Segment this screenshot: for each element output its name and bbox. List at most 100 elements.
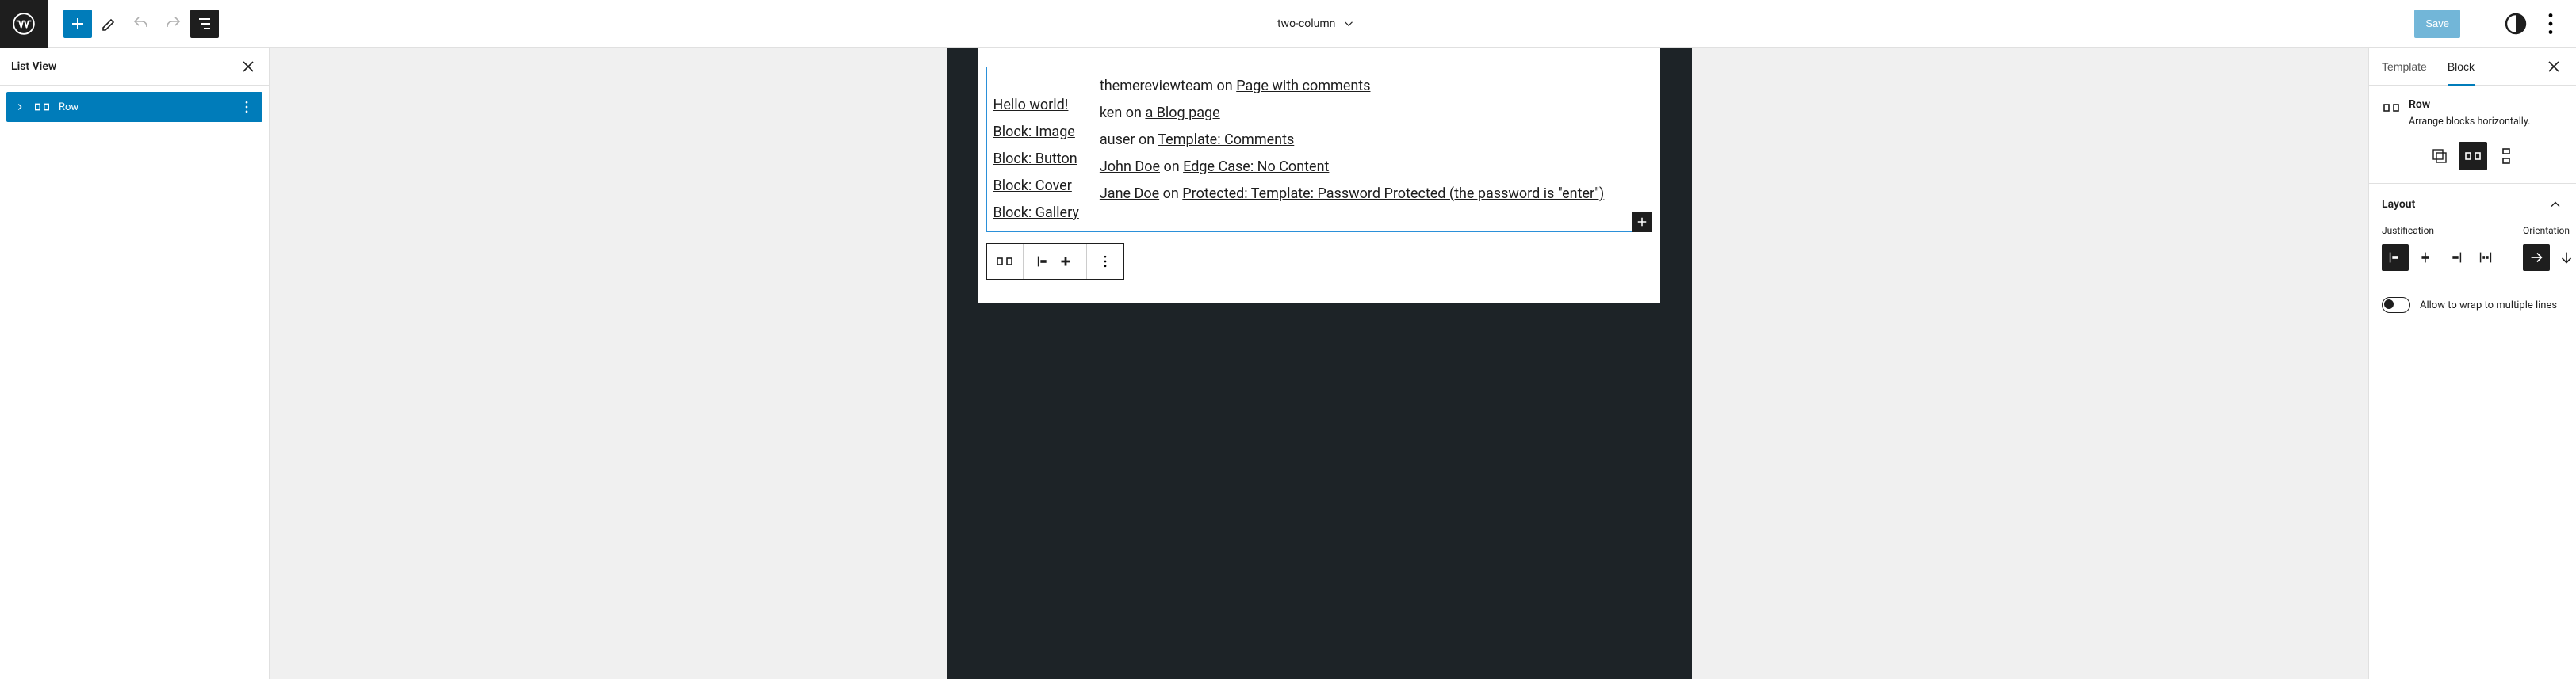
main-area: List View Row Hello world! bbox=[0, 48, 2576, 679]
editor-canvas-wrapper: Hello world! Block: Image Block: Button … bbox=[270, 48, 2368, 679]
top-toolbar: two-column Save bbox=[0, 0, 2576, 48]
comment-post-link[interactable]: a Blog page bbox=[1145, 105, 1219, 121]
comment-author[interactable]: Jane Doe bbox=[1100, 185, 1159, 202]
template-title-dropdown[interactable]: two-column bbox=[219, 17, 2414, 31]
orientation-horizontal-button[interactable] bbox=[2523, 244, 2550, 271]
list-item[interactable]: Block: Button bbox=[993, 148, 1079, 170]
justify-left-icon bbox=[1035, 253, 1052, 270]
stack-variation-button[interactable] bbox=[2492, 142, 2520, 170]
row-block-icon bbox=[995, 252, 1014, 271]
tab-template[interactable]: Template bbox=[2382, 48, 2427, 86]
comment-item: auser on Template: Comments bbox=[1100, 129, 1604, 151]
list-item[interactable]: Block: Cover bbox=[993, 175, 1079, 197]
justify-center-icon bbox=[2417, 249, 2434, 266]
wordpress-icon bbox=[13, 13, 35, 35]
justification-control[interactable] bbox=[1024, 244, 1087, 279]
block-type-button[interactable] bbox=[987, 244, 1024, 279]
stack-icon bbox=[2497, 147, 2516, 166]
justify-left-icon bbox=[2387, 249, 2404, 266]
list-view-item-row[interactable]: Row bbox=[6, 92, 262, 122]
orientation-label: Orientation bbox=[2523, 225, 2576, 236]
row-block-icon bbox=[2382, 98, 2401, 117]
more-vertical-icon[interactable] bbox=[239, 99, 255, 115]
justify-center-button[interactable] bbox=[2412, 244, 2439, 271]
list-view-icon bbox=[195, 14, 214, 33]
toolbar-right-group: Save bbox=[2414, 10, 2576, 38]
save-button[interactable]: Save bbox=[2414, 10, 2460, 38]
toolbar-left-group bbox=[48, 10, 219, 38]
wrap-toggle-row: Allow to wrap to multiple lines bbox=[2369, 284, 2576, 326]
comment-item: ken on a Blog page bbox=[1100, 102, 1604, 124]
comment-author: ken bbox=[1100, 105, 1122, 121]
close-icon bbox=[239, 57, 258, 76]
wordpress-logo-button[interactable] bbox=[0, 0, 48, 48]
tools-button[interactable] bbox=[95, 10, 124, 38]
orientation-vertical-button[interactable] bbox=[2553, 244, 2576, 271]
block-more-options[interactable] bbox=[1087, 244, 1123, 279]
sidebar-tabs: Template Block bbox=[2369, 48, 2576, 86]
comment-author[interactable]: John Doe bbox=[1100, 158, 1160, 175]
list-view-toggle-button[interactable] bbox=[190, 10, 219, 38]
options-button[interactable] bbox=[2536, 10, 2565, 38]
justification-control-group: Justification bbox=[2382, 225, 2499, 271]
styles-button[interactable] bbox=[2501, 10, 2530, 38]
redo-button[interactable] bbox=[159, 10, 187, 38]
gear-icon bbox=[2467, 10, 2495, 38]
group-variation-button[interactable] bbox=[2425, 142, 2454, 170]
comment-post-link[interactable]: Protected: Template: Password Protected … bbox=[1182, 185, 1604, 202]
chevron-right-icon bbox=[14, 101, 25, 113]
settings-button[interactable] bbox=[2467, 10, 2495, 38]
add-block-button[interactable] bbox=[1632, 212, 1652, 232]
comment-author: auser bbox=[1100, 132, 1135, 148]
comment-on-text: on bbox=[1160, 158, 1183, 175]
sidebar-close-button[interactable] bbox=[2544, 57, 2563, 76]
plus-icon bbox=[1057, 253, 1074, 270]
justification-label: Justification bbox=[2382, 225, 2499, 236]
comment-item: Jane Doe on Protected: Template: Passwor… bbox=[1100, 183, 1604, 205]
list-item[interactable]: Block: Image bbox=[993, 121, 1079, 143]
wrap-toggle[interactable] bbox=[2382, 297, 2410, 313]
list-view-header: List View bbox=[0, 48, 269, 86]
arrow-right-icon bbox=[2528, 249, 2545, 266]
close-icon bbox=[2544, 57, 2563, 76]
justify-space-between-icon bbox=[2477, 249, 2494, 266]
comment-on-text: on bbox=[1122, 105, 1145, 121]
list-item[interactable]: Hello world! bbox=[993, 94, 1079, 116]
layout-panel-title: Layout bbox=[2382, 198, 2415, 211]
redo-icon bbox=[163, 14, 182, 33]
justify-right-button[interactable] bbox=[2442, 244, 2469, 271]
tab-block[interactable]: Block bbox=[2448, 48, 2475, 86]
justify-left-button[interactable] bbox=[2382, 244, 2409, 271]
editor-canvas[interactable]: Hello world! Block: Image Block: Button … bbox=[978, 48, 1660, 303]
comment-on-text: on bbox=[1213, 78, 1236, 94]
template-title: two-column bbox=[1277, 17, 1335, 30]
justify-space-between-button[interactable] bbox=[2472, 244, 2499, 271]
comment-on-text: on bbox=[1135, 132, 1158, 148]
plus-icon bbox=[1635, 215, 1649, 229]
wrap-toggle-label: Allow to wrap to multiple lines bbox=[2420, 299, 2557, 311]
row-variation-button[interactable] bbox=[2459, 142, 2487, 170]
comment-post-link[interactable]: Template: Comments bbox=[1158, 132, 1294, 148]
list-view-item-label: Row bbox=[59, 101, 78, 113]
comment-post-link[interactable]: Edge Case: No Content bbox=[1183, 158, 1329, 175]
comment-post-link[interactable]: Page with comments bbox=[1236, 78, 1370, 94]
more-vertical-icon bbox=[2536, 10, 2565, 38]
block-inserter-button[interactable] bbox=[63, 10, 92, 38]
list-item[interactable]: Block: Gallery bbox=[993, 202, 1079, 224]
list-view-close-button[interactable] bbox=[239, 57, 258, 76]
block-name: Row bbox=[2409, 98, 2530, 111]
row-block-icon bbox=[2463, 147, 2482, 166]
layout-panel: Layout Justification Orientation bbox=[2369, 184, 2576, 284]
more-vertical-icon bbox=[1097, 254, 1113, 269]
undo-button[interactable] bbox=[127, 10, 155, 38]
block-toolbar bbox=[986, 243, 1124, 280]
comment-item: John Doe on Edge Case: No Content bbox=[1100, 156, 1604, 178]
chevron-down-icon bbox=[1342, 17, 1356, 31]
chevron-up-icon[interactable] bbox=[2547, 196, 2563, 212]
selected-row-block[interactable]: Hello world! Block: Image Block: Button … bbox=[986, 67, 1652, 232]
comment-on-text: on bbox=[1159, 185, 1182, 202]
justify-right-icon bbox=[2447, 249, 2464, 266]
right-column: themereviewteam on Page with commentsken… bbox=[1100, 75, 1604, 223]
contrast-icon bbox=[2501, 10, 2530, 38]
list-view-title: List View bbox=[11, 60, 56, 73]
